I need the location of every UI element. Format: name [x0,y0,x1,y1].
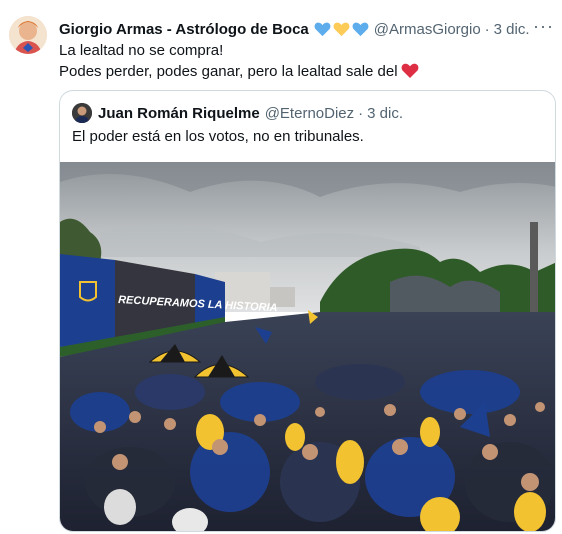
red-heart-icon [401,63,418,78]
blue-heart-icon [314,22,331,37]
tweet-header: Giorgio Armas - Astrólogo de Boca @Armas… [59,16,554,40]
quoted-tweet-text: El poder está en los votos, no en tribun… [72,128,364,145]
blue-heart-icon [352,22,369,37]
tweet-text-line-2-content: Podes perder, podes ganar, pero la lealt… [59,63,398,80]
quoted-author-name[interactable]: Juan Román Riquelme [98,105,260,122]
tweet-date[interactable]: 3 dic. [494,21,530,38]
tweet-text-line-2: Podes perder, podes ganar, pero la lealt… [59,61,419,82]
tweet[interactable]: Giorgio Armas - Astrólogo de Boca @Armas… [0,0,562,534]
tweet-text-line-1: La lealtad no se compra! [59,42,224,59]
quoted-author-avatar[interactable] [72,103,92,123]
quoted-tweet[interactable]: Juan Román Riquelme @EternoDiez · 3 dic.… [59,90,556,532]
name-emojis [314,21,369,37]
author-avatar[interactable] [9,16,47,54]
author-handle[interactable]: @ArmasGiorgio [374,21,481,38]
quoted-tweet-header: Juan Román Riquelme @EternoDiez · 3 dic. [72,103,403,123]
author-name[interactable]: Giorgio Armas - Astrólogo de Boca [59,21,309,38]
tweet-text: La lealtad no se compra! Podes perder, p… [59,40,419,82]
quoted-tweet-date[interactable]: 3 dic. [367,105,403,122]
crowd-photo[interactable]: RECUPERAMOS LA HISTORIA [60,162,556,532]
separator-dot: · [484,20,490,38]
quoted-separator-dot: · [358,104,364,122]
yellow-heart-icon [333,22,350,37]
more-options-icon[interactable]: ··· [533,16,554,37]
quoted-author-handle[interactable]: @EternoDiez [265,105,354,122]
